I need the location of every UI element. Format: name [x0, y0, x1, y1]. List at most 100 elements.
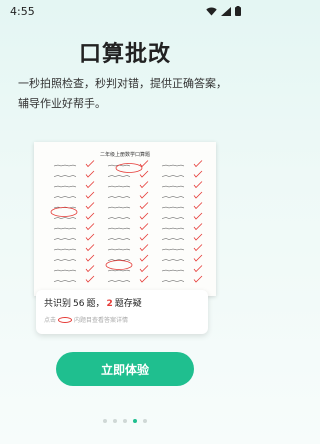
pagination-dot — [103, 419, 107, 423]
check-mark-icon — [85, 265, 95, 273]
status-time: 4:55 — [10, 4, 35, 18]
page-description: 一秒拍照检查，秒判对错，提供正确答案，辅导作业好帮手。 — [18, 77, 227, 110]
result-prefix: 共识别 — [44, 299, 72, 309]
check-mark-icon — [139, 191, 149, 199]
result-card[interactable]: 共识别 56 题， 2 题存疑 点击 内题目查看答案详情 — [36, 290, 208, 334]
worksheet-handwriting — [53, 185, 77, 188]
check-mark-icon — [139, 275, 149, 283]
worksheet-handwriting — [107, 248, 131, 251]
check-mark-icon — [193, 191, 203, 199]
worksheet-handwriting — [53, 164, 77, 167]
check-mark-icon — [139, 244, 149, 252]
worksheet-handwriting — [53, 248, 77, 251]
check-mark-icon — [85, 244, 95, 252]
result-suffix: 题存疑 — [114, 299, 142, 309]
pagination-dots — [0, 419, 250, 423]
check-mark-icon — [139, 212, 149, 220]
worksheet-handwriting — [161, 280, 185, 282]
try-now-button[interactable]: 立即体验 — [56, 352, 194, 386]
worksheet-handwriting — [107, 175, 131, 177]
worksheet-handwriting — [107, 206, 131, 209]
status-bar: 4:55 — [0, 0, 250, 22]
worksheet-handwriting — [53, 196, 77, 198]
check-mark-icon — [193, 244, 203, 252]
worksheet-handwriting — [53, 269, 77, 272]
check-mark-icon — [139, 160, 149, 168]
battery-icon — [235, 6, 241, 16]
check-mark-icon — [85, 254, 95, 262]
result-summary: 共识别 56 题， 2 题存疑 — [44, 296, 200, 309]
worksheet-handwriting — [53, 238, 77, 240]
signal-icon — [221, 6, 231, 16]
worksheet-handwriting — [161, 227, 185, 230]
check-mark-icon — [193, 254, 203, 262]
check-mark-icon — [85, 233, 95, 241]
worksheet-handwriting — [107, 280, 131, 282]
check-mark-icon — [193, 233, 203, 241]
check-mark-icon — [139, 181, 149, 189]
check-mark-icon — [139, 233, 149, 241]
check-mark-icon — [85, 223, 95, 231]
result-flagged-count: 2 — [106, 299, 113, 309]
check-mark-icon — [193, 265, 203, 273]
result-hint: 点击 内题目查看答案详情 — [44, 315, 200, 324]
check-mark-icon — [193, 202, 203, 210]
check-mark-icon — [139, 170, 149, 178]
check-mark-icon — [85, 160, 95, 168]
worksheet-handwriting — [107, 227, 131, 230]
worksheet-handwriting — [161, 206, 185, 209]
worksheet-content — [50, 160, 203, 283]
worksheet-handwriting — [53, 217, 77, 219]
check-mark-icon — [139, 223, 149, 231]
worksheet-handwriting — [53, 259, 77, 261]
worksheet-handwriting — [53, 175, 77, 177]
worksheet-handwriting — [161, 185, 185, 188]
pagination-dot — [123, 419, 127, 423]
worksheet-handwriting — [161, 196, 185, 198]
check-mark-icon — [85, 170, 95, 178]
red-circle-icon — [115, 163, 143, 173]
worksheet-handwriting — [107, 269, 131, 272]
check-mark-icon — [85, 191, 95, 199]
check-mark-icon — [139, 265, 149, 273]
wifi-icon — [206, 7, 217, 15]
worksheet-handwriting — [161, 259, 185, 261]
pagination-dot — [133, 419, 137, 423]
check-mark-icon — [85, 181, 95, 189]
worksheet-image: 二年级上册数学口算题 — [34, 142, 216, 296]
check-mark-icon — [193, 223, 203, 231]
worksheet-handwriting — [161, 248, 185, 251]
check-mark-icon — [193, 212, 203, 220]
check-mark-icon — [85, 275, 95, 283]
worksheet-handwriting — [53, 227, 77, 230]
worksheet-handwriting — [161, 269, 185, 272]
page-title: 口算批改 — [78, 42, 171, 67]
check-mark-icon — [193, 181, 203, 189]
worksheet-handwriting — [161, 238, 185, 240]
worksheet-handwriting — [107, 238, 131, 240]
hint-prefix: 点击 — [44, 317, 57, 324]
red-circle-icon — [58, 316, 73, 323]
red-circle-icon — [50, 207, 78, 217]
worksheet-handwriting — [161, 175, 185, 177]
check-mark-icon — [139, 254, 149, 262]
check-mark-icon — [85, 202, 95, 210]
check-mark-icon — [193, 170, 203, 178]
worksheet-handwriting — [107, 185, 131, 188]
hint-suffix: 内题目查看答案详情 — [74, 317, 129, 324]
check-mark-icon — [193, 275, 203, 283]
worksheet-handwriting — [107, 217, 131, 219]
result-middle: 题， — [86, 299, 105, 309]
pagination-dot — [113, 419, 117, 423]
result-total: 56 — [73, 299, 85, 309]
pagination-dot — [143, 419, 147, 423]
check-mark-icon — [139, 202, 149, 210]
check-mark-icon — [193, 160, 203, 168]
check-mark-icon — [85, 212, 95, 220]
worksheet-handwriting — [107, 196, 131, 198]
status-icons — [206, 6, 241, 16]
worksheet-handwriting — [53, 280, 77, 282]
worksheet-handwriting — [161, 164, 185, 167]
red-circle-icon — [105, 260, 133, 270]
worksheet-handwriting — [161, 217, 185, 219]
